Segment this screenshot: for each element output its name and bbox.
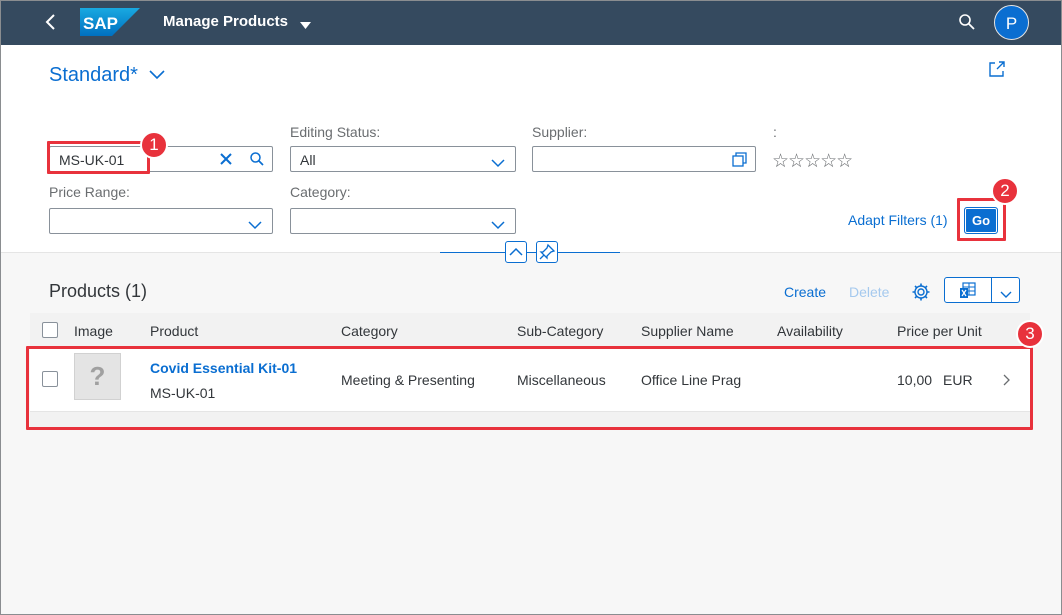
caret-down-icon[interactable] xyxy=(300,17,311,35)
search-icon[interactable] xyxy=(958,13,976,36)
chevron-up-icon xyxy=(509,247,523,256)
settings-gear-icon[interactable] xyxy=(911,282,931,307)
highlight-search-field xyxy=(47,141,150,174)
pin-icon xyxy=(539,243,556,260)
annotation-badge-2: 2 xyxy=(991,177,1019,205)
highlight-result-row xyxy=(26,346,1033,430)
column-header-price[interactable]: Price per Unit xyxy=(897,323,982,339)
chevron-down-icon[interactable] xyxy=(149,68,165,86)
app-title[interactable]: Manage Products xyxy=(163,13,288,30)
pin-header-button[interactable] xyxy=(536,241,558,263)
category-select[interactable] xyxy=(290,208,516,234)
chevron-down-icon xyxy=(491,217,505,233)
delete-button[interactable]: Delete xyxy=(849,284,889,300)
column-header-availability[interactable]: Availability xyxy=(777,323,843,339)
collapse-header-button[interactable] xyxy=(505,241,527,263)
supplier-input[interactable] xyxy=(532,146,756,172)
supplier-label: Supplier: xyxy=(532,124,588,140)
rating-label: : xyxy=(773,124,777,140)
variant-selector[interactable]: Standard* xyxy=(49,64,138,87)
export-menu-button[interactable] xyxy=(944,277,1020,303)
share-icon[interactable] xyxy=(988,60,1006,83)
column-header-supplier-name[interactable]: Supplier Name xyxy=(641,323,734,339)
column-header-sub-category[interactable]: Sub-Category xyxy=(517,323,603,339)
table-header: Image Product Category Sub-Category Supp… xyxy=(30,313,1030,347)
category-label: Category: xyxy=(290,184,351,200)
value-help-icon[interactable] xyxy=(732,152,747,170)
shell-bar: SAP Manage Products P xyxy=(0,0,1062,45)
annotation-badge-3: 3 xyxy=(1016,320,1044,348)
search-icon[interactable] xyxy=(249,151,265,170)
export-spreadsheet-icon[interactable] xyxy=(959,282,977,304)
clear-icon[interactable] xyxy=(219,152,233,169)
chevron-down-icon xyxy=(491,155,505,171)
chevron-down-icon xyxy=(248,217,262,233)
create-button[interactable]: Create xyxy=(784,284,826,300)
editing-status-value: All xyxy=(300,152,316,168)
select-all-checkbox[interactable] xyxy=(42,322,58,338)
editing-status-label: Editing Status: xyxy=(290,124,381,140)
price-range-label: Price Range: xyxy=(49,184,130,200)
highlight-go-button xyxy=(957,198,1006,241)
price-range-select[interactable] xyxy=(49,208,273,234)
column-header-image[interactable]: Image xyxy=(74,323,113,339)
back-arrow-icon[interactable] xyxy=(40,11,62,33)
table-title: Products (1) xyxy=(49,281,148,301)
header-divider xyxy=(440,252,620,253)
column-header-product[interactable]: Product xyxy=(150,323,198,339)
editing-status-select[interactable]: All xyxy=(290,146,516,172)
column-header-category[interactable]: Category xyxy=(341,323,398,339)
user-avatar[interactable]: P xyxy=(994,5,1029,40)
sap-logo[interactable]: SAP xyxy=(80,8,140,36)
rating-stars[interactable]: ☆☆☆☆☆ xyxy=(772,150,853,173)
adapt-filters-link[interactable]: Adapt Filters (1) xyxy=(848,212,948,228)
chevron-down-icon[interactable] xyxy=(1000,286,1012,304)
sap-logo-text: SAP xyxy=(83,14,118,33)
annotation-badge-1: 1 xyxy=(140,131,168,159)
